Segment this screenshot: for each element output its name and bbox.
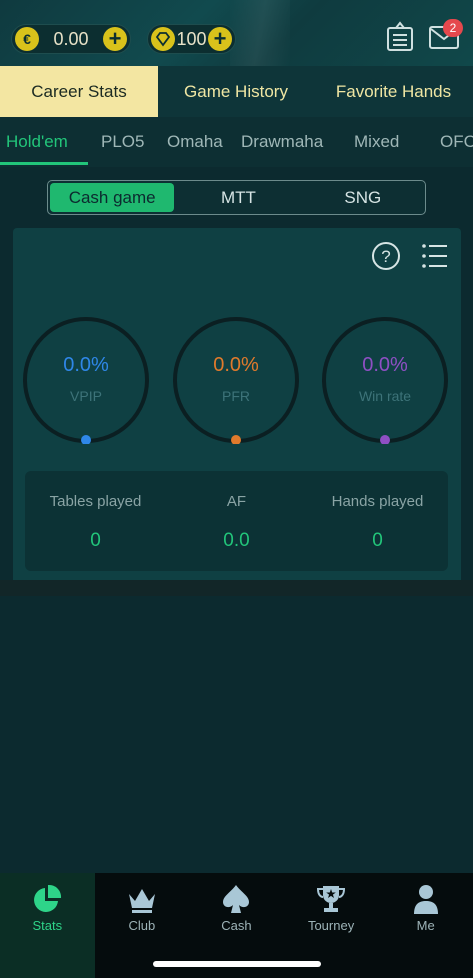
pfr-label: PFR — [222, 388, 250, 404]
hands-played-label: Hands played — [331, 493, 424, 510]
clipboard-icon[interactable] — [383, 20, 417, 54]
game-type-selector: Cash game MTT SNG — [47, 180, 426, 215]
spade-icon — [219, 882, 253, 916]
tables-played-value: 0 — [90, 530, 101, 551]
vpip-ring: 0.0% VPIP — [22, 316, 150, 445]
tab-game-history[interactable]: Game History — [158, 66, 314, 117]
home-indicator — [153, 961, 321, 967]
coin-amount: 0.00 — [53, 28, 89, 49]
tables-played-label: Tables played — [49, 493, 142, 510]
diamond-amount: 100 — [176, 28, 207, 49]
win-rate-value: 0.0% — [362, 354, 408, 376]
vpip-label: VPIP — [70, 388, 102, 404]
diamond-balance: 100 + — [147, 24, 236, 54]
tab-career-stats[interactable]: Career Stats — [0, 66, 158, 117]
nav-club-label: Club — [128, 918, 156, 933]
list-icon[interactable] — [420, 241, 450, 271]
tables-played-stat: Tables played 0 — [25, 471, 166, 552]
mtt-option[interactable]: MTT — [176, 181, 300, 214]
nav-tourney-label: Tourney — [307, 918, 355, 933]
nav-me[interactable]: Me — [378, 873, 473, 978]
stats-pie-icon — [30, 882, 64, 916]
euro-icon: € — [15, 27, 39, 51]
hands-played-value: 0 — [372, 530, 383, 551]
game-variant-tabs: Hold'em PLO5 Omaha Drawmaha Mixed OFC — [0, 117, 473, 167]
add-coins-button[interactable]: + — [103, 27, 127, 51]
help-icon[interactable]: ? — [371, 241, 401, 271]
active-tab-indicator — [0, 162, 88, 165]
subtab-holdem[interactable]: Hold'em — [6, 117, 68, 167]
subtab-drawmaha[interactable]: Drawmaha — [241, 117, 323, 167]
pfr-ring: 0.0% PFR — [172, 316, 300, 445]
nav-cash-label: Cash — [221, 918, 252, 933]
nav-stats[interactable]: Stats — [0, 873, 95, 978]
af-stat: AF 0.0 — [166, 471, 307, 552]
subtab-mixed[interactable]: Mixed — [354, 117, 399, 167]
vpip-value: 0.0% — [63, 354, 109, 376]
pfr-value: 0.0% — [213, 354, 259, 376]
person-icon — [409, 882, 443, 916]
stats-card: ? 0.0% VPIP 0.0% PFR 0.0% Win rate Table… — [13, 228, 461, 580]
trophy-icon — [314, 882, 348, 916]
top-bar: € 0.00 + 100 + 2 — [0, 0, 473, 66]
crown-icon — [125, 882, 159, 916]
win-rate-label: Win rate — [358, 388, 412, 404]
cash-game-option[interactable]: Cash game — [50, 183, 175, 212]
add-diamonds-button[interactable]: + — [208, 27, 232, 51]
sng-option[interactable]: SNG — [301, 181, 425, 214]
main-tabs: Career Stats Game History Favorite Hands — [0, 66, 473, 117]
summary-panel: Tables played 0 AF 0.0 Hands played 0 — [25, 471, 448, 571]
tab-favorite-hands[interactable]: Favorite Hands — [314, 66, 473, 117]
subtab-omaha[interactable]: Omaha — [167, 117, 223, 167]
af-label: AF — [226, 493, 247, 510]
win-rate-ring: 0.0% Win rate — [321, 316, 449, 445]
subtab-plo5[interactable]: PLO5 — [101, 117, 144, 167]
nav-me-label: Me — [416, 918, 435, 933]
af-value: 0.0 — [223, 530, 250, 551]
subtab-ofc[interactable]: OFC — [440, 117, 473, 167]
section-divider — [0, 580, 473, 596]
mail-badge: 2 — [443, 19, 463, 37]
nav-stats-label: Stats — [32, 918, 63, 933]
diamond-icon — [151, 27, 175, 51]
svg-text:?: ? — [381, 247, 390, 266]
coin-balance: € 0.00 + — [11, 24, 131, 54]
hands-played-stat: Hands played 0 — [307, 471, 448, 552]
